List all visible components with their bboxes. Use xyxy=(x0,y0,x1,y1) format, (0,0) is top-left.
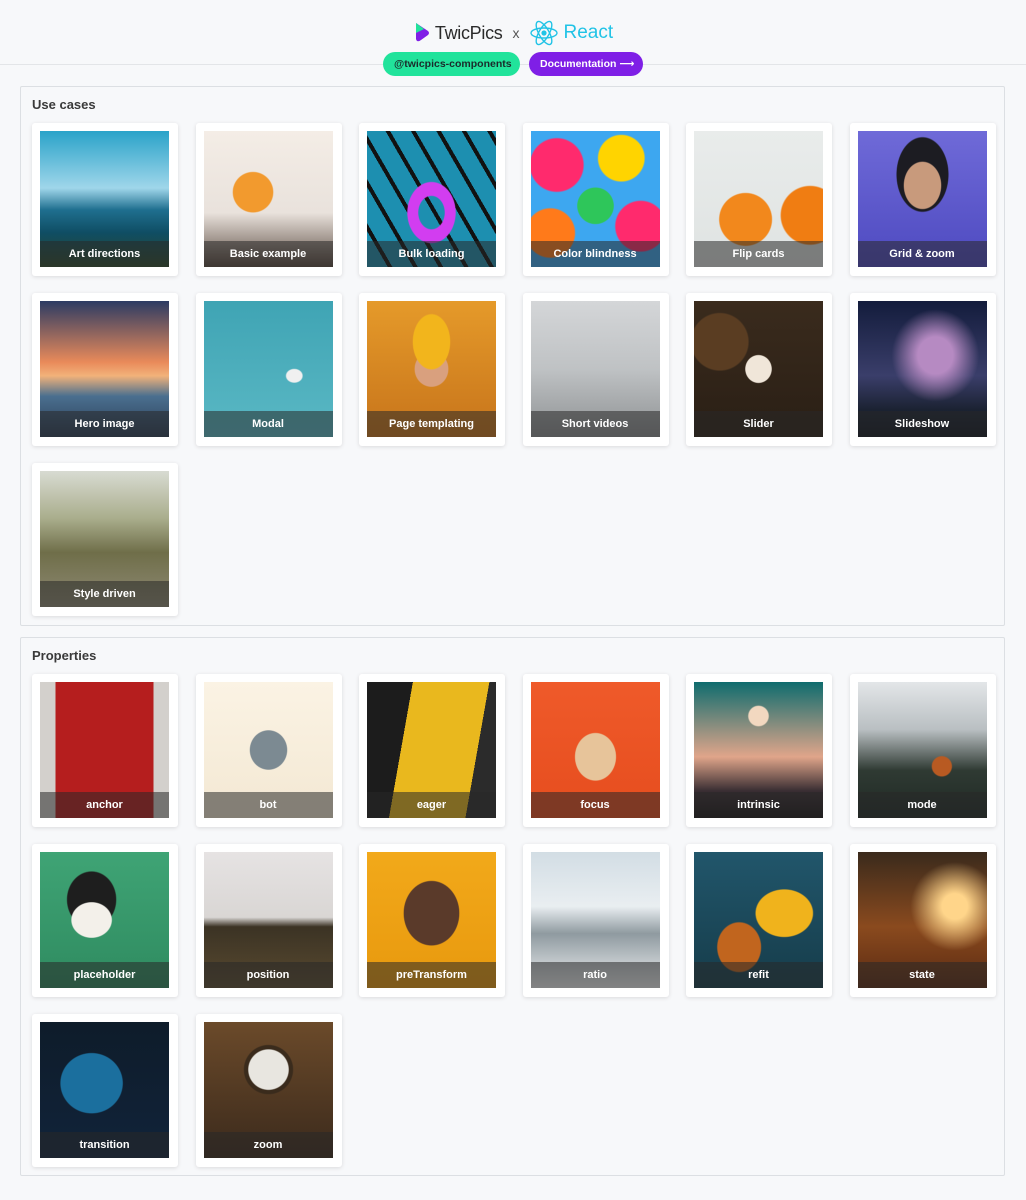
tile-label: Page templating xyxy=(367,411,496,437)
tile-label: eager xyxy=(367,792,496,818)
tile-card[interactable]: focus xyxy=(522,674,669,827)
tile-card[interactable]: Slider xyxy=(686,293,832,446)
tile-label: Style driven xyxy=(40,581,169,607)
tile-label: Slider xyxy=(694,411,823,437)
tile-thumbnail: Short videos xyxy=(530,301,660,437)
tile-thumbnail: Basic example xyxy=(203,131,333,267)
tile-label: mode xyxy=(857,792,987,818)
tile-card[interactable]: Basic example xyxy=(195,123,342,276)
documentation-link-chip[interactable]: Documentation ⟶ xyxy=(529,52,643,76)
header-links: @twicpics-components Documentation ⟶ xyxy=(0,52,1026,76)
tile-thumbnail: Flip cards xyxy=(694,131,823,267)
tile-thumbnail: state xyxy=(857,852,987,988)
tile-thumbnail: transition xyxy=(40,1022,169,1158)
tile-card[interactable]: placeholder xyxy=(32,844,178,997)
tile-card[interactable]: refit xyxy=(686,844,832,997)
tile-label: state xyxy=(857,962,987,988)
tile-thumbnail: Color blindness xyxy=(530,131,660,267)
package-link-chip[interactable]: @twicpics-components xyxy=(383,52,520,76)
tile-card[interactable]: intrinsic xyxy=(686,674,832,827)
tile-thumbnail: refit xyxy=(694,852,823,988)
tile-card[interactable]: Art directions xyxy=(32,123,178,276)
tile-label: bot xyxy=(203,792,333,818)
tile-label: Basic example xyxy=(203,241,333,267)
section-title: Properties xyxy=(32,648,97,663)
tile-card[interactable]: transition xyxy=(32,1014,178,1167)
tile-card[interactable]: preTransform xyxy=(359,844,505,997)
tile-label: refit xyxy=(694,962,823,988)
tile-label: Bulk loading xyxy=(367,241,496,267)
tile-label: Flip cards xyxy=(694,241,823,267)
tile-card[interactable]: anchor xyxy=(32,674,178,827)
tile-label: Slideshow xyxy=(857,411,987,437)
tile-label: zoom xyxy=(203,1132,333,1158)
tile-thumbnail: Art directions xyxy=(40,131,169,267)
tile-card[interactable]: Short videos xyxy=(522,293,669,446)
tile-label: Hero image xyxy=(40,411,169,437)
tile-label: ratio xyxy=(530,962,660,988)
tile-card[interactable]: Grid & zoom xyxy=(849,123,996,276)
tile-thumbnail: mode xyxy=(857,682,987,818)
tile-label: intrinsic xyxy=(694,792,823,818)
tile-thumbnail: Style driven xyxy=(40,471,169,607)
tile-label: Modal xyxy=(203,411,333,437)
tile-thumbnail: Page templating xyxy=(367,301,496,437)
tile-card[interactable]: Flip cards xyxy=(686,123,832,276)
brand-separator: x xyxy=(512,25,520,41)
tile-thumbnail: anchor xyxy=(40,682,169,818)
tile-card[interactable]: Slideshow xyxy=(849,293,996,446)
tile-thumbnail: position xyxy=(203,852,333,988)
tile-label: Grid & zoom xyxy=(857,241,987,267)
react-logo: React xyxy=(529,18,613,48)
tile-label: position xyxy=(203,962,333,988)
tile-label: focus xyxy=(530,792,660,818)
tile-card[interactable]: Color blindness xyxy=(522,123,669,276)
tile-thumbnail: Hero image xyxy=(40,301,169,437)
tile-card[interactable]: zoom xyxy=(195,1014,342,1167)
tile-label: Art directions xyxy=(40,241,169,267)
tile-card[interactable]: Style driven xyxy=(32,463,178,616)
tile-thumbnail: placeholder xyxy=(40,852,169,988)
react-wordmark: React xyxy=(563,22,614,43)
react-atom-icon xyxy=(530,20,559,46)
tile-thumbnail: bot xyxy=(203,682,333,818)
tile-thumbnail: focus xyxy=(530,682,660,818)
properties-section: Properties anchor bot eager focus intrinsic m… xyxy=(20,637,1005,1176)
tile-card[interactable]: Modal xyxy=(195,293,342,446)
tile-label: preTransform xyxy=(367,962,496,988)
tile-card[interactable]: state xyxy=(849,844,996,997)
tile-thumbnail: Slideshow xyxy=(857,301,987,437)
tile-label: placeholder xyxy=(40,962,169,988)
tile-thumbnail: ratio xyxy=(530,852,660,988)
section-title: Use cases xyxy=(32,97,96,112)
tile-thumbnail: zoom xyxy=(203,1022,333,1158)
tile-label: Color blindness xyxy=(530,241,660,267)
tile-label: transition xyxy=(40,1132,169,1158)
tile-thumbnail: Slider xyxy=(694,301,823,437)
twicpics-logo: TwicPics xyxy=(413,21,503,45)
brand-lockup: TwicPics x React xyxy=(0,16,1026,50)
use-cases-section: Use cases Art directions Basic example Bul… xyxy=(20,86,1005,626)
tile-thumbnail: Modal xyxy=(203,301,333,437)
tile-card[interactable]: ratio xyxy=(522,844,669,997)
app-header: TwicPics x React @twicpics-components Do… xyxy=(0,0,1026,76)
tile-thumbnail: intrinsic xyxy=(694,682,823,818)
tile-thumbnail: Bulk loading xyxy=(367,131,496,267)
tile-label: Short videos xyxy=(530,411,660,437)
twicpics-mark-icon xyxy=(415,23,429,42)
tile-card[interactable]: Page templating xyxy=(359,293,505,446)
tile-label: anchor xyxy=(40,792,169,818)
tile-card[interactable]: mode xyxy=(849,674,996,827)
tile-card[interactable]: Hero image xyxy=(32,293,178,446)
tile-card[interactable]: Bulk loading xyxy=(359,123,505,276)
tile-thumbnail: preTransform xyxy=(367,852,496,988)
tile-thumbnail: Grid & zoom xyxy=(857,131,987,267)
tile-card[interactable]: position xyxy=(195,844,342,997)
tile-card[interactable]: eager xyxy=(359,674,505,827)
twicpics-wordmark: TwicPics xyxy=(434,22,503,43)
tile-card[interactable]: bot xyxy=(195,674,342,827)
tile-thumbnail: eager xyxy=(367,682,496,818)
